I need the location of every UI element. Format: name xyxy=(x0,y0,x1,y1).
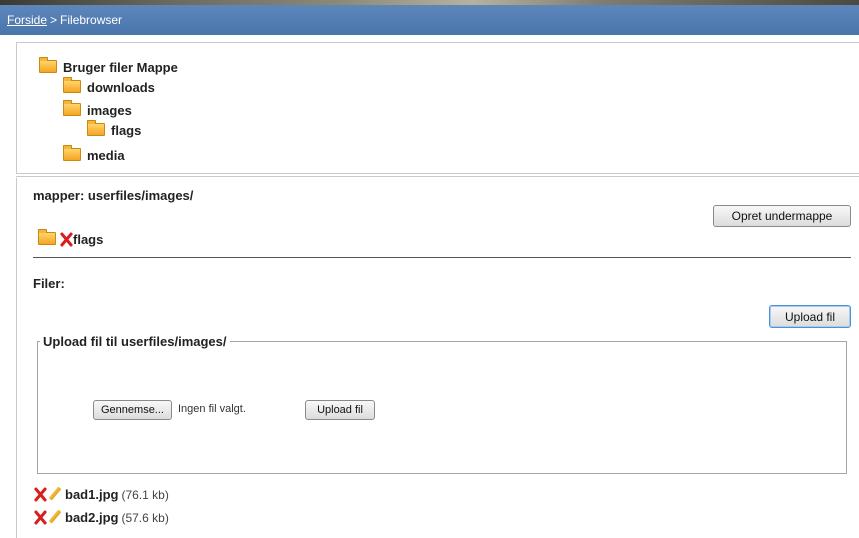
delete-x-icon[interactable] xyxy=(33,487,47,501)
folder-icon xyxy=(63,145,81,161)
tree-item-images[interactable]: images xyxy=(63,100,132,118)
no-file-text: Ingen fil valgt. xyxy=(178,403,246,415)
pencil-icon[interactable] xyxy=(48,487,62,501)
tree-item-media[interactable]: media xyxy=(63,145,125,163)
pencil-icon[interactable] xyxy=(48,510,62,524)
breadcrumb-current: Filebrowser xyxy=(60,13,123,27)
folder-icon xyxy=(87,120,105,136)
folder-section-heading: mapper: userfiles/images/ xyxy=(33,188,194,203)
tree-item-label: media xyxy=(87,148,125,163)
breadcrumb-separator: > xyxy=(50,13,58,27)
panel-divider xyxy=(16,176,859,177)
subfolder-item-flags[interactable]: flags xyxy=(38,229,104,247)
folder-icon xyxy=(38,229,56,245)
browse-button[interactable]: Gennemse... xyxy=(93,400,172,420)
upload-legend-prefix: Upload fil til xyxy=(43,334,121,349)
tree-item-flags[interactable]: flags xyxy=(87,120,142,138)
file-name[interactable]: bad2.jpg xyxy=(65,510,118,525)
breadcrumb: Forside > Filebrowser xyxy=(0,5,859,35)
upload-submit-button[interactable]: Upload fil xyxy=(305,400,375,420)
tree-item-label: Bruger filer Mappe xyxy=(63,60,178,75)
section-divider xyxy=(33,257,851,258)
tree-item-label: downloads xyxy=(87,80,155,95)
upload-legend-path: userfiles/images/ xyxy=(121,334,227,349)
breadcrumb-home-link[interactable]: Forside xyxy=(7,13,47,27)
folder-icon xyxy=(39,57,57,73)
file-row: bad2.jpg (57.6 kb) xyxy=(33,510,169,525)
upload-toggle-button[interactable]: Upload fil xyxy=(769,305,851,328)
subfolder-label: flags xyxy=(73,232,104,247)
file-name[interactable]: bad1.jpg xyxy=(65,487,118,502)
tree-item-label: images xyxy=(87,103,132,118)
delete-x-icon[interactable] xyxy=(59,232,73,246)
file-size: (57.6 kb) xyxy=(121,511,169,525)
upload-form-legend: Upload fil til userfiles/images/ xyxy=(40,334,230,349)
delete-x-icon[interactable] xyxy=(33,510,47,524)
tree-item-downloads[interactable]: downloads xyxy=(63,77,155,95)
folder-icon xyxy=(63,100,81,116)
folder-icon xyxy=(63,77,81,93)
file-row: bad1.jpg (76.1 kb) xyxy=(33,487,169,502)
tree-item-label: flags xyxy=(111,123,142,138)
file-size: (76.1 kb) xyxy=(121,488,169,502)
files-heading: Filer: xyxy=(33,276,65,291)
tree-item-root[interactable]: Bruger filer Mappe xyxy=(39,57,178,75)
folder-tree-panel: Bruger filer Mappe downloads images flag… xyxy=(16,42,859,174)
create-subfolder-button[interactable]: Opret undermappe xyxy=(713,205,851,227)
